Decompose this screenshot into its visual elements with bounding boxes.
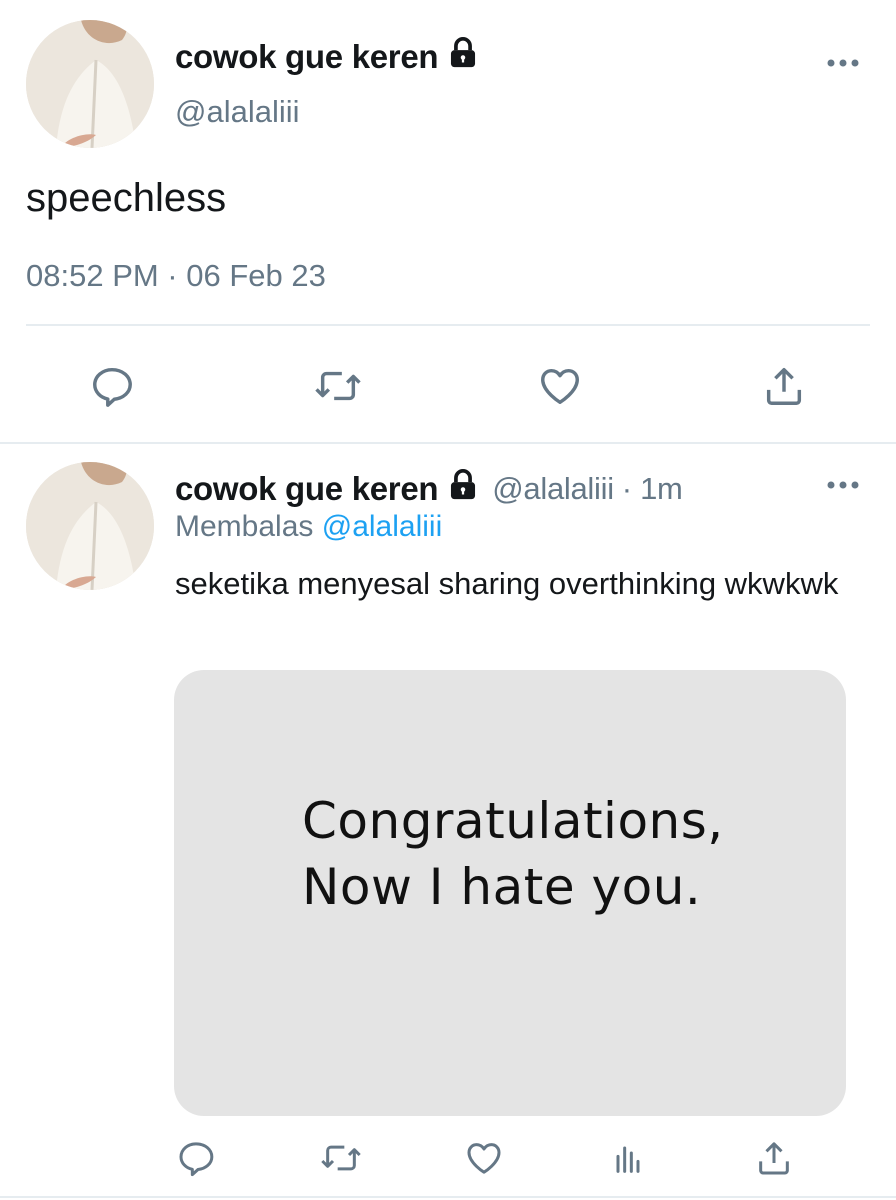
media-line-2: Now I hate you. (302, 858, 702, 916)
lock-icon (446, 36, 480, 78)
like-icon[interactable] (462, 1136, 506, 1180)
avatar[interactable] (26, 20, 154, 148)
timestamp[interactable]: 08:52 PM · 06 Feb 23 (26, 258, 326, 294)
like-icon[interactable] (534, 360, 586, 412)
replying-to: Membalas @alalaliii (175, 510, 442, 544)
divider (0, 1196, 896, 1198)
reply-icon[interactable] (174, 1136, 218, 1180)
divider (26, 324, 870, 326)
lock-icon (446, 468, 480, 510)
reply-icon[interactable] (86, 360, 138, 412)
display-name-text[interactable]: cowok gue keren (175, 38, 439, 76)
media-line-1: Congratulations, (302, 792, 724, 850)
handle[interactable]: @alalaliii (175, 94, 300, 130)
media-caption: Congratulations, Now I hate you. (302, 788, 724, 920)
tweet-text: speechless (26, 176, 227, 220)
divider (0, 442, 896, 444)
tweet-text: seketika menyesal sharing overthinking w… (175, 566, 839, 601)
retweet-icon[interactable] (316, 1136, 366, 1180)
retweet-icon[interactable] (308, 360, 368, 412)
more-icon[interactable] (826, 56, 860, 74)
share-icon[interactable] (758, 360, 810, 412)
replying-prefix: Membalas (175, 510, 314, 543)
analytics-icon[interactable] (606, 1136, 650, 1180)
more-icon[interactable] (826, 478, 860, 496)
display-name[interactable]: cowok gue keren @alalaliii · 1m (175, 468, 683, 510)
display-name[interactable]: cowok gue keren (175, 36, 480, 78)
media-image[interactable]: Congratulations, Now I hate you. (174, 670, 846, 1116)
share-icon[interactable] (752, 1136, 796, 1180)
display-name-text[interactable]: cowok gue keren (175, 470, 439, 508)
relative-time[interactable]: · 1m (622, 471, 683, 507)
handle[interactable]: @alalaliii (492, 471, 614, 507)
avatar[interactable] (26, 462, 154, 590)
mention-link[interactable]: @alalaliii (322, 510, 443, 543)
